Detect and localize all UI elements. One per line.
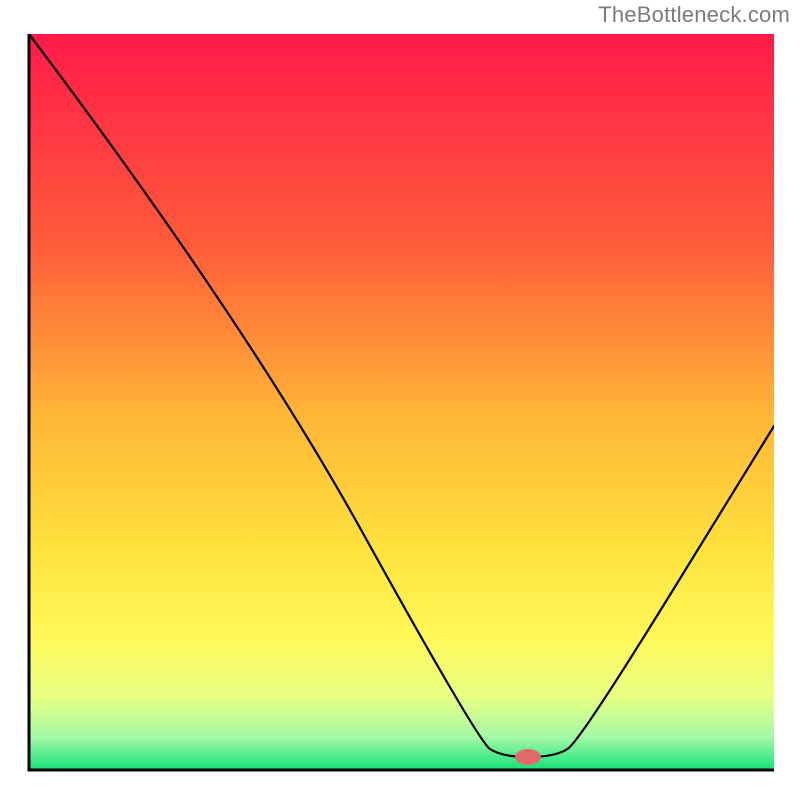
gradient-background	[29, 34, 774, 770]
watermark-text: TheBottleneck.com	[598, 2, 790, 28]
chart-canvas: TheBottleneck.com	[0, 0, 800, 800]
chart-svg	[0, 0, 800, 800]
optimal-marker	[515, 749, 541, 765]
